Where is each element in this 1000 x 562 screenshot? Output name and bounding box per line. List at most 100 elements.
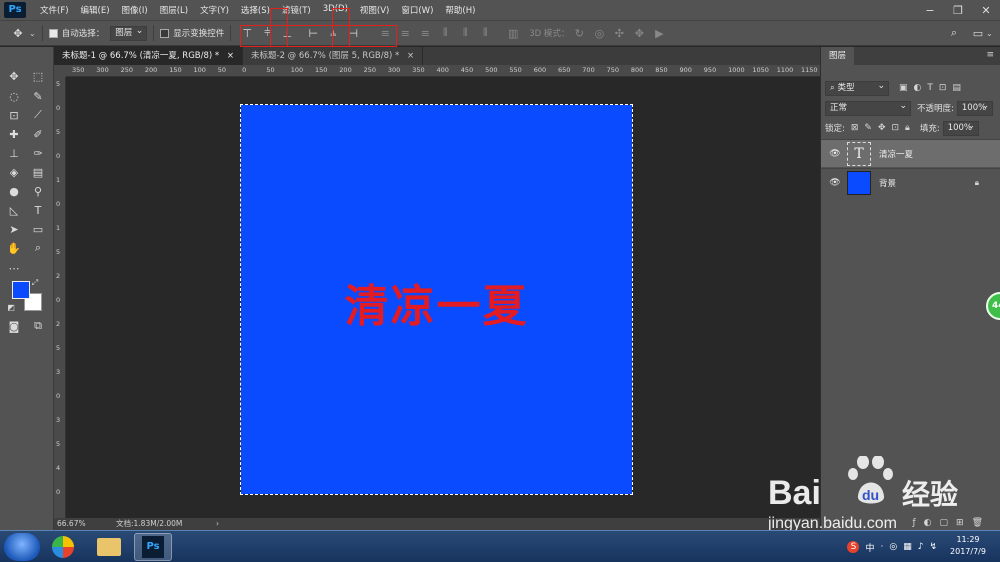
ruler-tick-label: 550 [509,66,522,74]
marquee-tool-icon[interactable]: ⬚ [27,67,49,85]
ruler-tick-label: 350 [72,66,85,74]
move-tool-icon[interactable]: ✥ [3,67,25,85]
more-tools-icon[interactable]: ⋯ [3,259,25,277]
taskbar-app-icon[interactable] [44,533,82,561]
3d-scale-icon[interactable]: ▶ [651,25,667,41]
distribute-left-icon[interactable]: ⦀ [437,25,453,41]
menu-help[interactable]: 帮助(H) [439,4,481,16]
menu-type[interactable]: 文字(Y) [194,4,235,16]
show-transform-checkbox[interactable] [160,28,170,38]
foreground-color-swatch[interactable] [12,281,30,299]
filter-type-dropdown[interactable]: ⌕ 类型 [825,80,889,96]
swap-colors-icon[interactable]: ⤢ [28,277,42,289]
search-icon[interactable]: ⌕ [946,25,962,41]
auto-align-icon[interactable]: ▥ [505,25,521,41]
status-menu-arrow-icon[interactable]: › [216,518,219,530]
minimize-icon[interactable]: − [916,0,944,20]
photoshop-taskbar-icon[interactable]: Ps [134,533,172,561]
3d-slide-icon[interactable]: ✥ [631,25,647,41]
type-tool-icon[interactable]: T [27,201,49,219]
3d-roll-icon[interactable]: ◎ [591,25,607,41]
options-bar: ✥ ⌄ 自动选择： 图层 显示变换控件 ⊤ ⫩ ⊥ ⊢ ⫨ ⊣ ≡ ≡ ≡ ⦀ … [0,20,1000,46]
filter-icons[interactable]: ▣◐T⊡▤ [899,83,967,93]
ruler-tick-label: 450 [460,66,474,74]
tab-close-icon[interactable]: × [407,51,414,61]
punct-icon[interactable]: · [880,542,883,552]
tab-document-2[interactable]: 未标题-2 @ 66.7% (图层 5, RGB/8) * × [243,47,424,65]
layer-row-text[interactable]: 👁︎ T 清凉一夏 [821,139,1000,167]
fill-input[interactable]: 100% [942,120,980,136]
zoom-level[interactable]: 66.67% [57,518,86,530]
volume-icon[interactable]: ♪ [918,542,924,552]
auto-select-checkbox[interactable] [48,28,58,38]
opacity-input[interactable]: 100% [956,100,994,116]
clone-stamp-tool-icon[interactable]: ⊥ [3,144,25,162]
quick-mask-icon[interactable]: ◙ [3,317,25,335]
document-canvas[interactable]: 清凉一夏 [240,104,633,495]
tab-document-1[interactable]: 未标题-1 @ 66.7% (清凉一夏, RGB/8) * × [54,47,243,65]
highlight-box-align [240,25,397,47]
explorer-icon[interactable] [90,533,128,561]
lock-icons[interactable]: ⊠✎✥⊡🔒︎ [851,123,916,133]
eye-icon[interactable]: 👁︎ [827,149,843,159]
healing-tool-icon[interactable]: ✚ [3,125,25,143]
default-colors-icon[interactable]: ◩ [4,301,18,313]
menu-edit[interactable]: 编辑(E) [75,4,116,16]
distribute-hcenter-icon[interactable]: ⦀ [457,25,473,41]
lasso-tool-icon[interactable]: ◌ [3,87,25,105]
hand-tool-icon[interactable]: ✋ [3,239,25,257]
windows-taskbar: Ps S 中 · ◎ ▦ ♪ ↯ 11:29 2017/7/9 [0,530,1000,562]
auto-select-dropdown[interactable]: 图层 [110,25,148,41]
ruler-tick-label: 200 [144,66,158,74]
layer-row-background[interactable]: 👁︎ 背景 🔒︎ [821,168,1000,196]
eraser-tool-icon[interactable]: ◈ [3,163,25,181]
workspace-chevron-icon[interactable]: ⌄ [986,29,993,38]
tab-layers[interactable]: 图层 [821,47,855,65]
canvas-text-layer[interactable]: 清凉一夏 [241,270,632,334]
menu-window[interactable]: 窗口(W) [395,4,439,16]
pen-tool-icon[interactable]: ◺ [3,201,25,219]
ime-icon[interactable]: 中 [865,541,874,554]
watermark-cn: 经验 [902,478,958,511]
crop-tool-icon[interactable]: ⊡ [3,106,25,124]
path-select-tool-icon[interactable]: ➤ [3,220,25,238]
sogou-icon[interactable]: S [847,541,860,553]
clock[interactable]: 11:29 2017/7/9 [944,534,992,558]
tool-preset-chevron-icon[interactable]: ⌄ [29,29,36,38]
menu-view[interactable]: 视图(V) [354,4,395,16]
eye-icon[interactable]: 👁︎ [827,178,843,188]
gradient-tool-icon[interactable]: ▤ [27,163,49,181]
blend-mode-dropdown[interactable]: 正常 [825,100,911,116]
start-button[interactable] [4,533,40,561]
network-icon[interactable]: ◎ [889,542,897,552]
menu-image[interactable]: 图像(I) [116,4,154,16]
dodge-tool-icon[interactable]: ⚲ [27,182,49,200]
blur-tool-icon[interactable]: ● [3,182,25,200]
menu-file[interactable]: 文件(F) [34,4,75,16]
distribute-right-icon[interactable]: ⦀ [477,25,493,41]
eyedropper-tool-icon[interactable]: ⟋ [27,106,49,124]
move-tool-icon[interactable]: ✥ [10,25,26,41]
history-brush-tool-icon[interactable]: ✑ [27,144,49,162]
quick-select-tool-icon[interactable]: ✎ [27,87,49,105]
screen-mode-icon[interactable]: ⧉ [27,317,49,335]
3d-pan-icon[interactable]: ✣ [611,25,627,41]
menu-layer[interactable]: 图层(L) [154,4,194,16]
layer-name[interactable]: 清凉一夏 [879,148,913,160]
tab-close-icon[interactable]: × [227,51,234,61]
keyboard-icon[interactable]: ▦ [903,542,912,552]
zoom-tool-icon[interactable]: ⌕ [27,239,49,257]
tab-label: 未标题-2 @ 66.7% (图层 5, RGB/8) * [251,51,400,61]
workspace-icon[interactable]: ▭ [970,25,986,41]
rectangle-tool-icon[interactable]: ▭ [27,220,49,238]
close-icon[interactable]: ✕ [972,0,1000,20]
3d-rotate-icon[interactable]: ↻ [571,25,587,41]
power-icon[interactable]: ↯ [929,542,937,552]
brush-tool-icon[interactable]: ✐ [27,125,49,143]
panel-menu-icon[interactable]: ≡ [986,50,994,60]
distribute-vcenter-icon[interactable]: ≡ [397,25,413,41]
distribute-bottom-icon[interactable]: ≡ [417,25,433,41]
restore-icon[interactable]: ❐ [944,0,972,20]
layer-name[interactable]: 背景 [879,177,896,189]
ruler-tick-label: 3 [56,368,61,376]
